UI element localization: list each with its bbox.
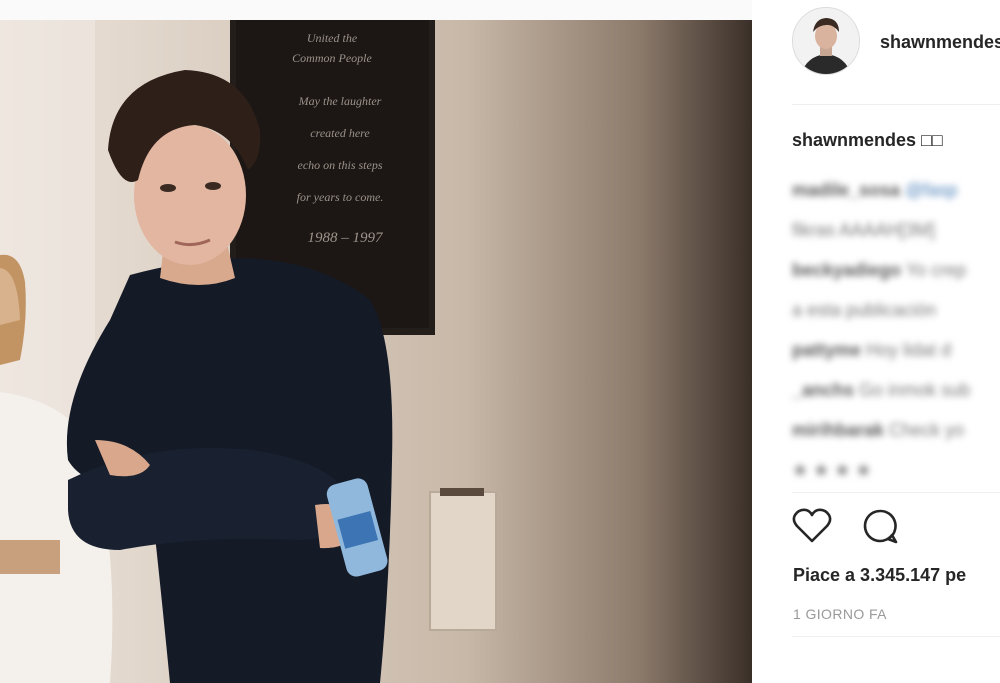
comment-text: Hoy lidat d (861, 340, 952, 360)
post-header: shawnmendes (792, 4, 1000, 76)
comment-text: Yo crep (901, 260, 967, 280)
plaque-line: May the laughter (298, 94, 382, 108)
comment-text: a esta publicación (792, 300, 937, 320)
comment-text: ★ ★ ★ ★ (792, 460, 872, 480)
post-side-panel: shawnmendes shawnmendes □□ madile_sosa @… (752, 0, 1000, 683)
post-photo[interactable]: United the Common People May the laughte… (0, 20, 752, 683)
list-item: fikras AAAAH[3M] (792, 210, 1000, 250)
comment-button[interactable] (860, 508, 900, 548)
list-item: ★ ★ ★ ★ (792, 450, 1000, 490)
post-actions (792, 508, 992, 548)
comment-username[interactable]: pattyme (792, 340, 861, 360)
list-item: pattyme Hoy lidat d (792, 330, 1000, 370)
list-item: madile_sosa @fasp (792, 170, 1000, 210)
plaque-line: echo on this steps (298, 158, 383, 172)
top-strip (0, 0, 752, 20)
likes-count[interactable]: Piace a 3.345.147 pe (793, 565, 966, 586)
heart-outline-icon (792, 508, 832, 549)
comment-text: Check yo (884, 420, 965, 440)
comment-username[interactable]: madile_sosa (792, 180, 900, 200)
comment-username[interactable]: _anchs (792, 380, 854, 400)
list-item: _anchs Go inmok sub (792, 370, 1000, 410)
caption-username[interactable]: shawnmendes (792, 130, 916, 150)
comments-list: madile_sosa @fasp fikras AAAAH[3M] becky… (792, 170, 1000, 490)
list-item: mirihbarak Check yo (792, 410, 1000, 450)
list-item: beckyadiego Yo crep (792, 250, 1000, 290)
comment-text: fikras AAAAH[3M] (792, 220, 936, 240)
plaque-line: created here (310, 126, 370, 140)
footer-divider (792, 636, 1000, 637)
comments-divider (792, 492, 1000, 493)
comment-text: @fasp (900, 180, 958, 200)
plaque-line: Common People (292, 51, 372, 65)
post-caption: shawnmendes □□ (792, 130, 943, 151)
caption-text: □□ (916, 130, 943, 150)
header-divider (792, 104, 1000, 105)
list-item: a esta publicación (792, 290, 1000, 330)
comment-username[interactable]: mirihbarak (792, 420, 884, 440)
plaque-line: for years to come. (297, 190, 384, 204)
like-button[interactable] (792, 508, 832, 548)
post-timestamp[interactable]: 1 GIORNO FA (793, 606, 887, 622)
comment-username[interactable]: beckyadiego (792, 260, 901, 280)
plaque-line: United the (307, 31, 358, 45)
avatar[interactable] (792, 7, 860, 75)
speech-bubble-icon (861, 507, 899, 550)
plaque-line: 1988 – 1997 (308, 230, 385, 246)
post-username[interactable]: shawnmendes (880, 32, 1000, 53)
comment-text: Go inmok sub (854, 380, 971, 400)
